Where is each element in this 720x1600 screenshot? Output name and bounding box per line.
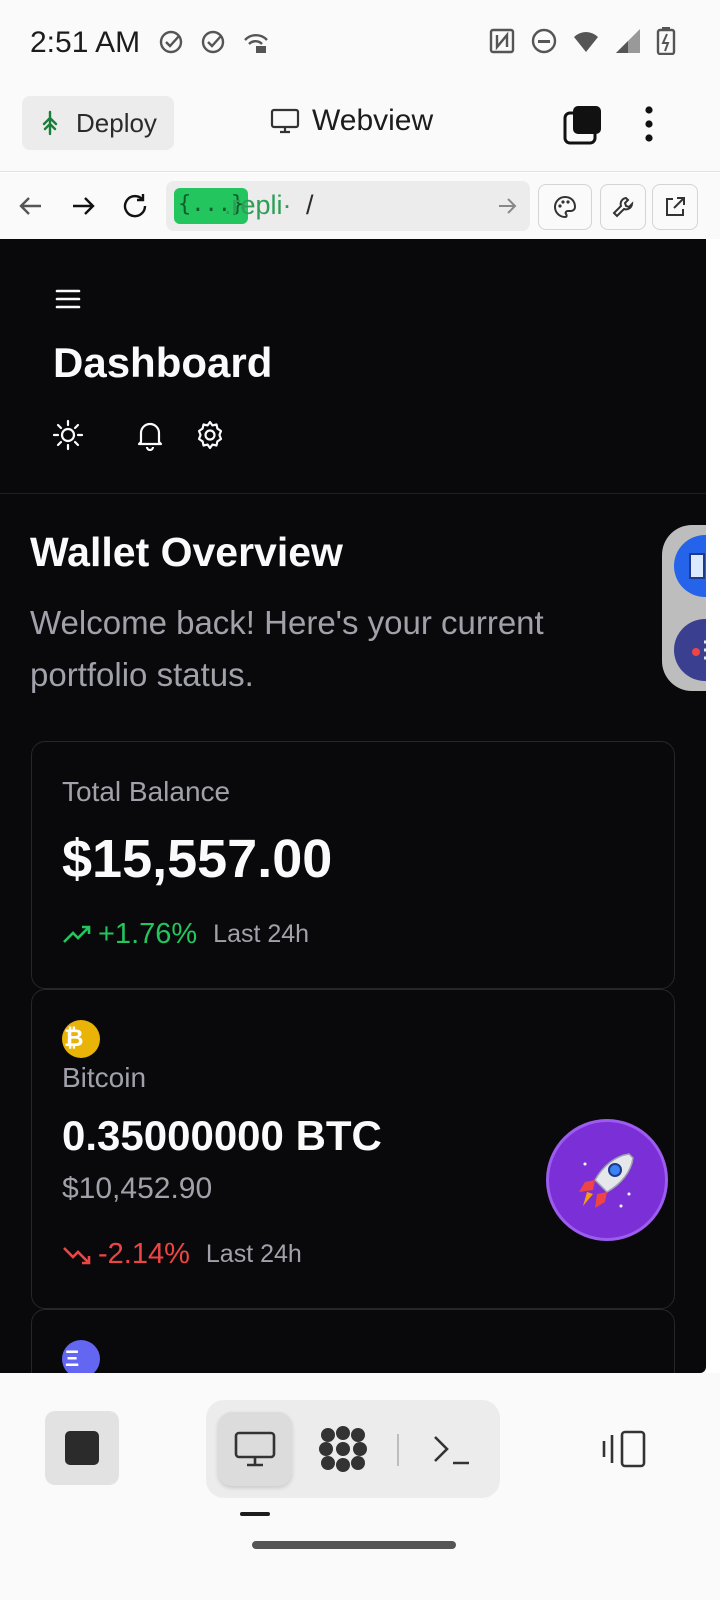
palette-button[interactable] xyxy=(538,184,592,230)
active-mode-indicator xyxy=(240,1512,270,1516)
webview-tab-title: Webview xyxy=(270,104,433,138)
more-vertical-icon[interactable] xyxy=(636,102,662,146)
app-header: Dashboard xyxy=(0,239,706,494)
home-indicator xyxy=(252,1541,456,1549)
go-arrow-icon[interactable] xyxy=(496,195,518,217)
url-bar: {...} .repli· / xyxy=(0,173,720,239)
wifi-icon xyxy=(574,32,598,52)
palette-icon xyxy=(554,195,577,219)
url-field[interactable]: {...} .repli· / xyxy=(166,181,530,231)
trending-up-icon xyxy=(63,925,91,943)
deploy-label: Deploy xyxy=(76,107,157,138)
status-icons-left xyxy=(158,28,270,56)
agent-mode-button[interactable] xyxy=(306,1412,380,1486)
status-bar: 2:51 AM xyxy=(0,0,720,76)
back-arrow-icon[interactable] xyxy=(16,191,46,221)
menu-icon[interactable] xyxy=(54,287,82,311)
bell-icon[interactable] xyxy=(134,419,166,451)
asset-name: Bitcoin xyxy=(62,1062,147,1093)
forward-arrow-icon[interactable] xyxy=(68,191,98,221)
webview-label: Webview xyxy=(312,104,434,137)
total-balance-card: Total Balance $15,557.00 +1.76% Last 24h xyxy=(31,741,675,989)
asset-usd-value: $10,452.90 xyxy=(62,1172,213,1205)
external-link-icon xyxy=(666,197,685,216)
stop-icon xyxy=(65,1431,99,1465)
trending-down-icon xyxy=(63,1246,91,1264)
wrench-icon xyxy=(612,196,634,218)
total-balance-value: $15,557.00 xyxy=(62,829,333,889)
asset-change-period: Last 24h xyxy=(205,1240,302,1268)
asset-amount: 0.35000000 BTC xyxy=(62,1112,382,1159)
asset-change-percent: -2.14% xyxy=(98,1238,190,1270)
list-icon xyxy=(692,640,706,660)
list-button[interactable] xyxy=(674,619,706,681)
sun-icon[interactable] xyxy=(52,419,84,451)
stop-button[interactable] xyxy=(45,1411,119,1485)
url-host: .repli· xyxy=(224,190,292,220)
check-circle-icon xyxy=(159,30,183,54)
floating-side-toolbar xyxy=(662,525,706,691)
wifi-calling-icon xyxy=(244,34,268,53)
section-title: Wallet Overview xyxy=(30,529,343,575)
do-not-disturb-icon xyxy=(531,28,557,54)
reload-icon[interactable] xyxy=(120,191,150,221)
status-time: 2:51 AM xyxy=(30,26,141,59)
section-subtitle: Welcome back! Here's your current portfo… xyxy=(30,604,544,693)
book-button[interactable] xyxy=(674,535,706,597)
book-icon xyxy=(689,553,705,579)
shell-mode-button[interactable] xyxy=(414,1412,488,1486)
agent-icon xyxy=(319,1426,367,1472)
webview-mode-button[interactable] xyxy=(218,1412,292,1486)
webview-content: Dashboard Wallet Overview Welcome back! … xyxy=(0,239,706,1373)
total-change-row: +1.76% Last 24h xyxy=(62,918,309,951)
bitcoin-icon: ₿ xyxy=(62,1020,100,1058)
total-balance-label: Total Balance xyxy=(62,776,231,807)
url-path: / xyxy=(306,190,314,220)
replit-top-bar: Deploy Webview xyxy=(0,76,720,172)
status-icons-right xyxy=(488,27,676,55)
total-change-percent: +1.76% xyxy=(98,918,198,950)
page-title: Dashboard xyxy=(53,339,273,386)
ethereum-icon: Ξ xyxy=(62,1340,100,1373)
monitor-icon xyxy=(234,1431,276,1467)
deploy-button[interactable]: Deploy xyxy=(22,96,174,150)
mode-separator xyxy=(397,1434,399,1466)
tools-button[interactable] xyxy=(600,184,646,230)
asset-card-ethereum[interactable]: Ξ xyxy=(31,1309,675,1373)
replit-bottom-bar xyxy=(0,1373,720,1600)
total-change-period: Last 24h xyxy=(213,920,310,948)
check-circle-icon xyxy=(201,30,225,54)
deploy-tree-icon xyxy=(42,110,58,136)
view-mode-group xyxy=(206,1400,500,1498)
panel-toggle-icon[interactable] xyxy=(600,1429,648,1469)
monitor-icon xyxy=(270,108,300,134)
nfc-icon xyxy=(489,28,515,54)
rocket-icon xyxy=(579,1153,634,1208)
open-external-button[interactable] xyxy=(652,184,698,230)
terminal-icon xyxy=(434,1436,469,1465)
signal-icon xyxy=(616,29,640,53)
settings-icon[interactable] xyxy=(194,419,226,451)
rocket-fab-button[interactable] xyxy=(546,1119,668,1241)
asset-change-row: -2.14% Last 24h xyxy=(62,1238,302,1271)
battery-icon xyxy=(656,27,676,55)
tabs-icon[interactable] xyxy=(562,104,604,146)
